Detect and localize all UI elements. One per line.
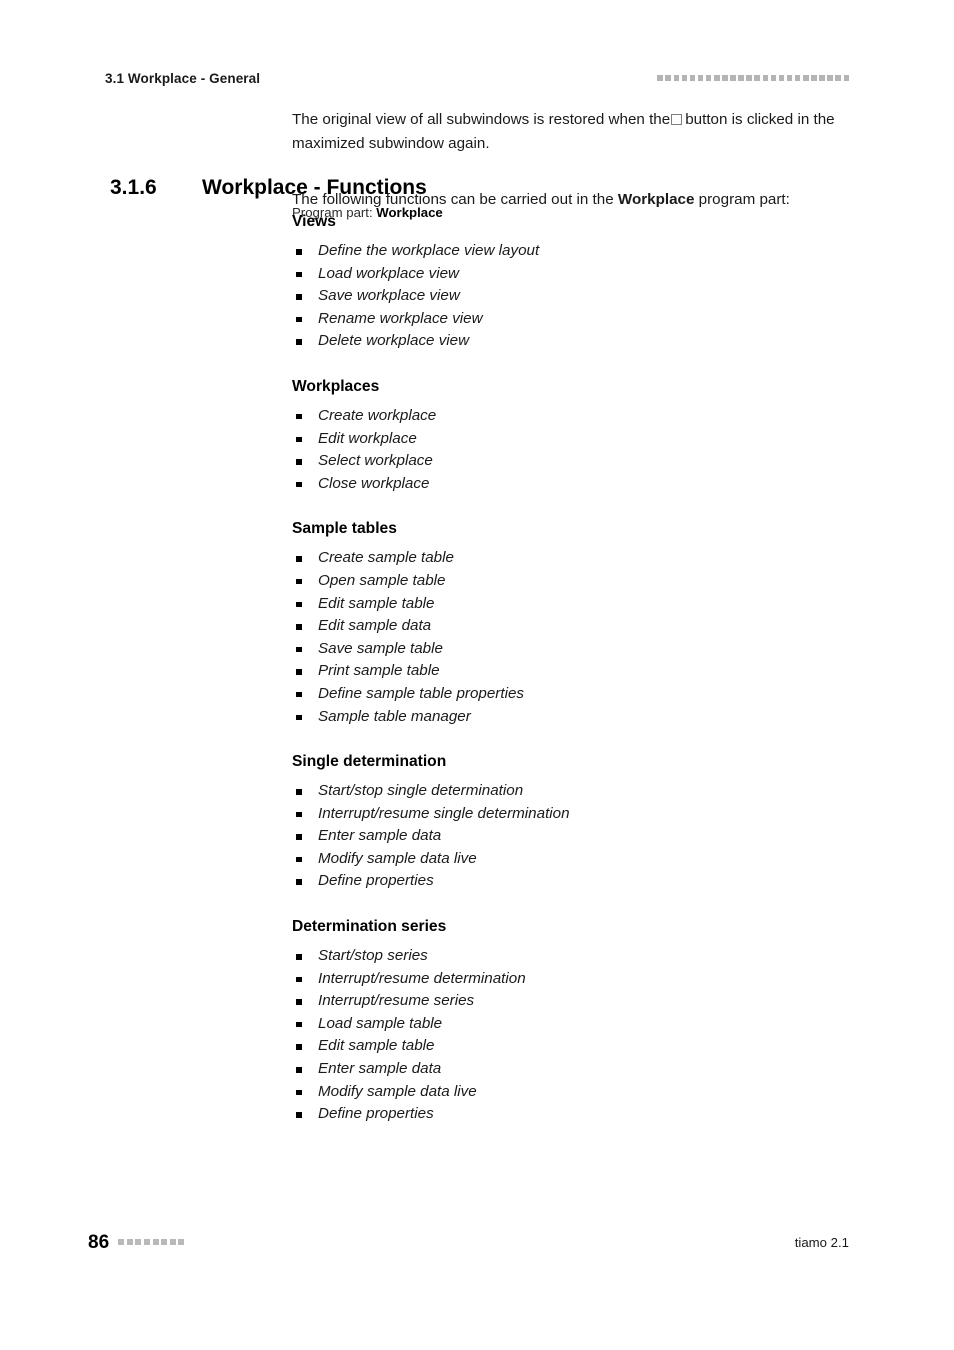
footer-left: 86: [88, 1231, 185, 1253]
lead-in-after: program part:: [698, 191, 790, 208]
function-group-title: Workplaces: [292, 377, 380, 395]
restore-button-icon: [671, 114, 683, 125]
function-link-item[interactable]: Interrupt/resume series: [292, 990, 837, 1013]
restore-view-paragraph: The original view of all subwindows is r…: [292, 108, 837, 156]
decoration-square: [152, 1239, 159, 1245]
decoration-square: [722, 75, 728, 81]
decoration-square: [794, 75, 801, 81]
function-group: Determination series Start/stop series Int…: [292, 917, 837, 1126]
running-header-title: 3.1 Workplace - General: [105, 70, 261, 86]
footer-product-name: tiamo 2.1: [794, 1234, 849, 1250]
section-lead-in-paragraph: The following functions can be carried o…: [292, 188, 837, 212]
function-link-item[interactable]: Edit sample data: [292, 615, 837, 638]
function-list: Define the workplace view layout Load wor…: [292, 240, 837, 353]
decoration-square: [169, 1239, 176, 1245]
decoration-square: [746, 75, 752, 81]
function-link-item[interactable]: Enter sample data: [292, 1058, 837, 1081]
decoration-square: [657, 75, 663, 81]
decoration-square: [126, 1239, 133, 1245]
decoration-square: [827, 75, 833, 81]
decoration-square: [135, 1239, 142, 1245]
function-link-item[interactable]: Load workplace view: [292, 263, 837, 286]
function-link-item[interactable]: Interrupt/resume single determination: [292, 803, 837, 826]
decoration-square: [178, 1239, 185, 1245]
function-group-title: Single determination: [292, 753, 447, 771]
function-link-item[interactable]: Rename workplace view: [292, 308, 837, 331]
function-link-item[interactable]: Delete workplace view: [292, 330, 837, 353]
function-link-item[interactable]: Open sample table: [292, 570, 837, 593]
decoration-square: [811, 75, 817, 81]
function-list: Start/stop single determination Interrupt…: [292, 780, 837, 893]
restore-paragraph-text-before: The original view of all subwindows is r…: [292, 111, 671, 128]
function-link-item[interactable]: Load sample table: [292, 1013, 837, 1036]
page-footer: 86 tiamo 2.1: [88, 1231, 849, 1253]
function-group-title: Determination series: [292, 918, 447, 936]
decoration-square: [697, 75, 704, 81]
function-link-item[interactable]: Create workplace: [292, 405, 837, 428]
function-link-item[interactable]: Interrupt/resume determination: [292, 968, 837, 991]
decoration-square: [143, 1239, 150, 1245]
decoration-square: [730, 75, 736, 81]
function-link-item[interactable]: Define properties: [292, 870, 837, 893]
decoration-square: [665, 75, 671, 81]
function-group: Sample tables Create sample table Open sam…: [292, 519, 837, 728]
function-link-item[interactable]: Save sample table: [292, 638, 837, 661]
function-group-title: Views: [292, 213, 336, 230]
footer-decoration-squares: [118, 1239, 185, 1245]
decoration-square: [118, 1239, 125, 1245]
function-list: Start/stop series Interrupt/resume determ…: [292, 945, 837, 1126]
function-groups: Views Define the workplace view layout Loa…: [292, 212, 837, 1126]
function-link-item[interactable]: Define properties: [292, 1103, 837, 1126]
decoration-square: [786, 75, 793, 81]
decoration-square: [681, 75, 688, 81]
function-link-item[interactable]: Start/stop single determination: [292, 780, 837, 803]
decoration-square: [778, 75, 785, 81]
function-list: Create workplace Edit workplace Select wor…: [292, 405, 837, 495]
decoration-square: [843, 75, 849, 81]
section-number: 3.1.6: [110, 176, 157, 199]
header-decoration-squares: [657, 75, 849, 81]
function-group: Single determination Start/stop single de…: [292, 752, 837, 893]
decoration-square: [819, 75, 825, 81]
function-group: Workplaces Create workplace Edit workplace…: [292, 377, 837, 495]
function-link-item[interactable]: Close workplace: [292, 473, 837, 496]
content-column: The original view of all subwindows is r…: [292, 108, 837, 1126]
function-link-item[interactable]: Edit sample table: [292, 593, 837, 616]
function-link-item[interactable]: Sample table manager: [292, 706, 837, 729]
page-header: 3.1 Workplace - General: [105, 66, 849, 90]
decoration-square: [673, 75, 680, 81]
function-link-item[interactable]: Save workplace view: [292, 285, 837, 308]
document-page: 3.1 Workplace - General 3.1.6 Workplace …: [0, 0, 954, 1350]
function-link-item[interactable]: Select workplace: [292, 450, 837, 473]
page-number: 86: [88, 1231, 110, 1253]
lead-in-before: The following functions can be carried o…: [292, 191, 614, 208]
decoration-square: [754, 75, 760, 81]
function-link-item[interactable]: Modify sample data live: [292, 848, 837, 871]
decoration-square: [714, 75, 720, 81]
function-link-item[interactable]: Enter sample data: [292, 825, 837, 848]
lead-in-bold: Workplace: [617, 191, 695, 208]
function-link-item[interactable]: Print sample table: [292, 660, 837, 683]
function-link-item[interactable]: Define the workplace view layout: [292, 240, 837, 263]
function-link-item[interactable]: Modify sample data live: [292, 1081, 837, 1104]
decoration-square: [705, 75, 712, 81]
function-group-title: Sample tables: [292, 520, 397, 538]
decoration-square: [835, 75, 841, 81]
decoration-square: [770, 75, 777, 81]
function-link-item[interactable]: Edit sample table: [292, 1035, 837, 1058]
function-link-item[interactable]: Define sample table properties: [292, 683, 837, 706]
decoration-square: [803, 75, 809, 81]
decoration-square: [689, 75, 696, 81]
function-link-item[interactable]: Start/stop series: [292, 945, 837, 968]
decoration-square: [738, 75, 744, 81]
decoration-square: [762, 75, 769, 81]
function-link-item[interactable]: Edit workplace: [292, 428, 837, 451]
function-list: Create sample table Open sample table Edit…: [292, 547, 837, 728]
function-group: Views Define the workplace view layout Loa…: [292, 212, 837, 353]
function-link-item[interactable]: Create sample table: [292, 547, 837, 570]
decoration-square: [161, 1239, 168, 1245]
